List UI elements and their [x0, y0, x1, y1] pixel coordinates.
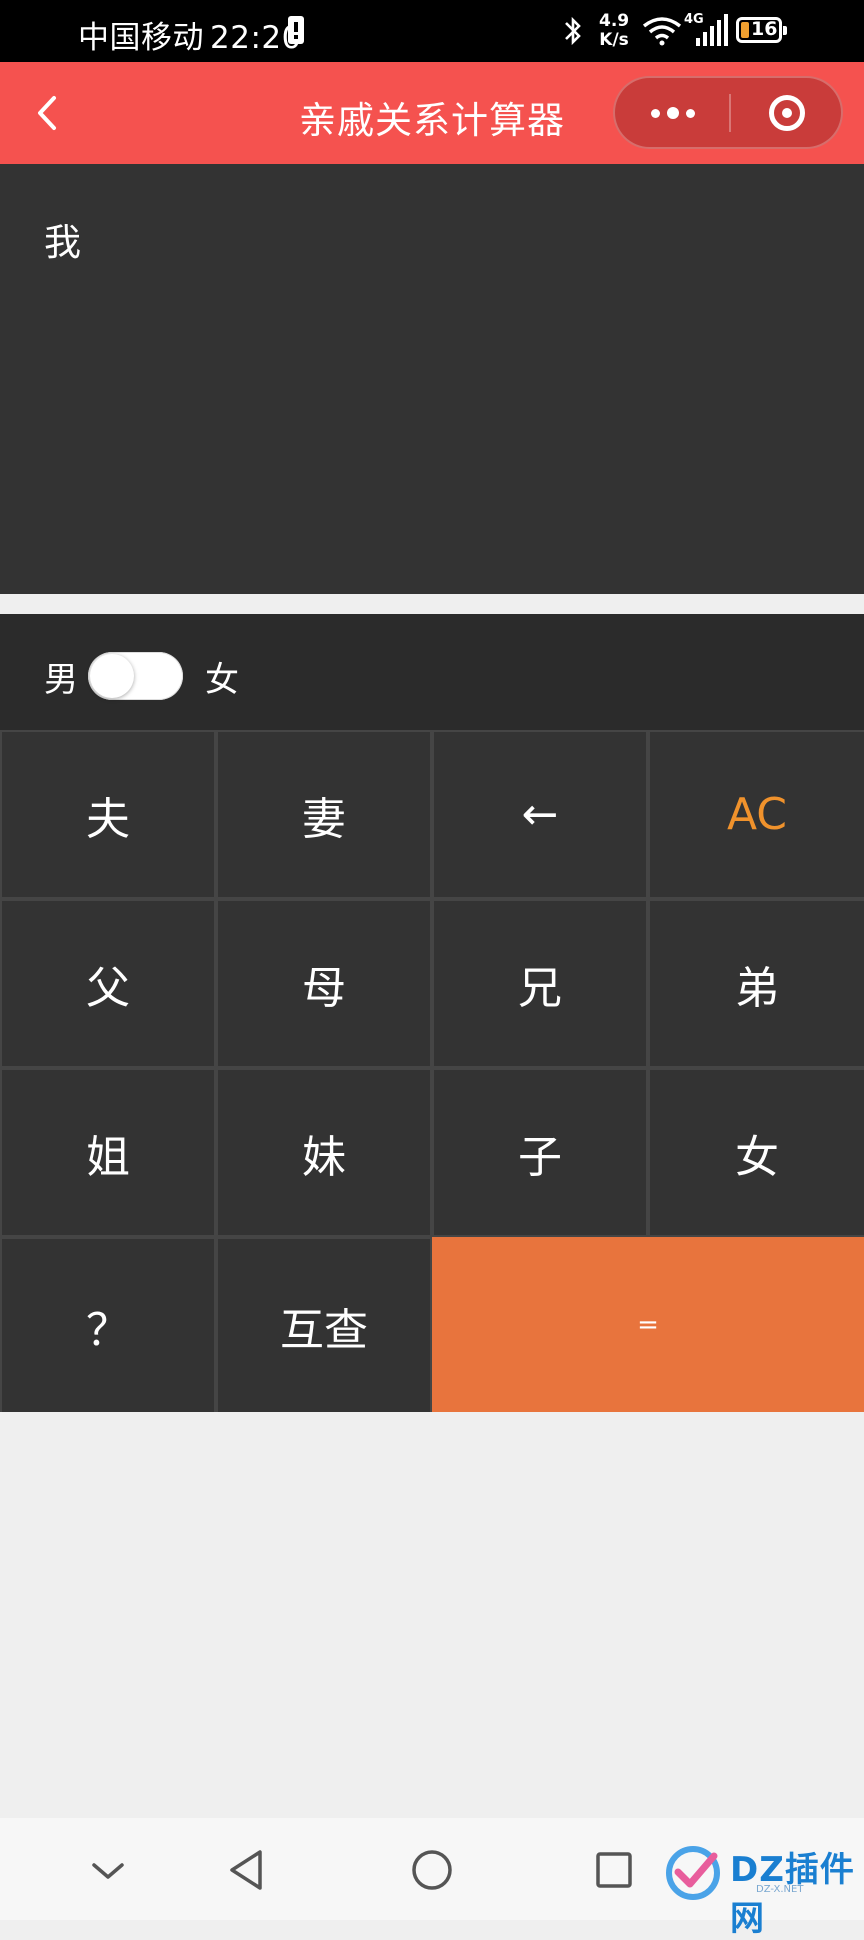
chevron-down-icon[interactable]	[80, 1842, 136, 1898]
key-husband[interactable]: 夫	[2, 732, 214, 897]
key-father[interactable]: 父	[2, 901, 214, 1066]
key-son[interactable]: 子	[434, 1070, 646, 1235]
key-help[interactable]: ？	[2, 1239, 214, 1412]
close-mini-program-button[interactable]	[731, 78, 843, 147]
gender-toggle[interactable]	[88, 652, 183, 700]
male-label: 男	[44, 660, 78, 700]
key-mutual-lookup[interactable]: 互查	[218, 1239, 430, 1412]
key-backspace[interactable]: ←	[434, 732, 646, 897]
battery-level-fill	[741, 22, 749, 38]
back-triangle-icon[interactable]	[220, 1842, 276, 1898]
key-younger-brother[interactable]: 弟	[650, 901, 864, 1066]
close-dot-icon	[782, 108, 792, 118]
watermark: DZ插件网 DZ-X.NET	[660, 1838, 860, 1939]
status-bar: 中国移动 22:20 4.9 K/s 4G 16	[0, 0, 864, 62]
battery-level: 16	[751, 18, 778, 40]
keypad: 夫 妻 ← AC 父 母 兄 弟 姐 妹 子 女 ？ 互查 =	[0, 730, 864, 1412]
network-speed: 4.9 K/s	[599, 12, 629, 50]
home-circle-icon[interactable]	[404, 1842, 460, 1898]
network-speed-value: 4.9	[599, 11, 630, 31]
female-label: 女	[205, 660, 239, 700]
bluetooth-icon	[565, 16, 581, 46]
result-display: 我	[0, 164, 864, 594]
toggle-knob	[90, 654, 134, 698]
key-equals[interactable]: =	[432, 1237, 864, 1412]
notification-alert-icon	[288, 16, 304, 44]
status-carrier: 中国移动 22:20	[78, 12, 302, 57]
key-daughter[interactable]: 女	[650, 1070, 864, 1235]
carrier-name: 中国移动	[78, 20, 204, 56]
key-mother[interactable]: 母	[218, 901, 430, 1066]
key-elder-brother[interactable]: 兄	[434, 901, 646, 1066]
battery-icon: 16	[736, 17, 787, 43]
gender-row: 男 女	[0, 614, 864, 730]
watermark-sub: DZ-X.NET	[756, 1884, 804, 1895]
mini-program-capsule	[613, 76, 843, 149]
more-dot-icon	[667, 107, 679, 119]
key-elder-sister[interactable]: 姐	[2, 1070, 214, 1235]
watermark-logo-icon	[666, 1846, 720, 1900]
key-clear[interactable]: AC	[650, 732, 864, 897]
nav-bar: 亲戚关系计算器	[0, 62, 864, 164]
key-younger-sister[interactable]: 妹	[218, 1070, 430, 1235]
network-speed-unit: K/s	[599, 30, 629, 50]
display-text: 我	[44, 221, 81, 264]
key-wife[interactable]: 妻	[218, 732, 430, 897]
signal-icon	[696, 14, 728, 46]
recents-square-icon[interactable]	[586, 1842, 642, 1898]
more-dot-icon	[651, 109, 660, 118]
wifi-icon	[642, 17, 682, 46]
more-button[interactable]	[615, 78, 729, 147]
more-dot-icon	[686, 109, 695, 118]
